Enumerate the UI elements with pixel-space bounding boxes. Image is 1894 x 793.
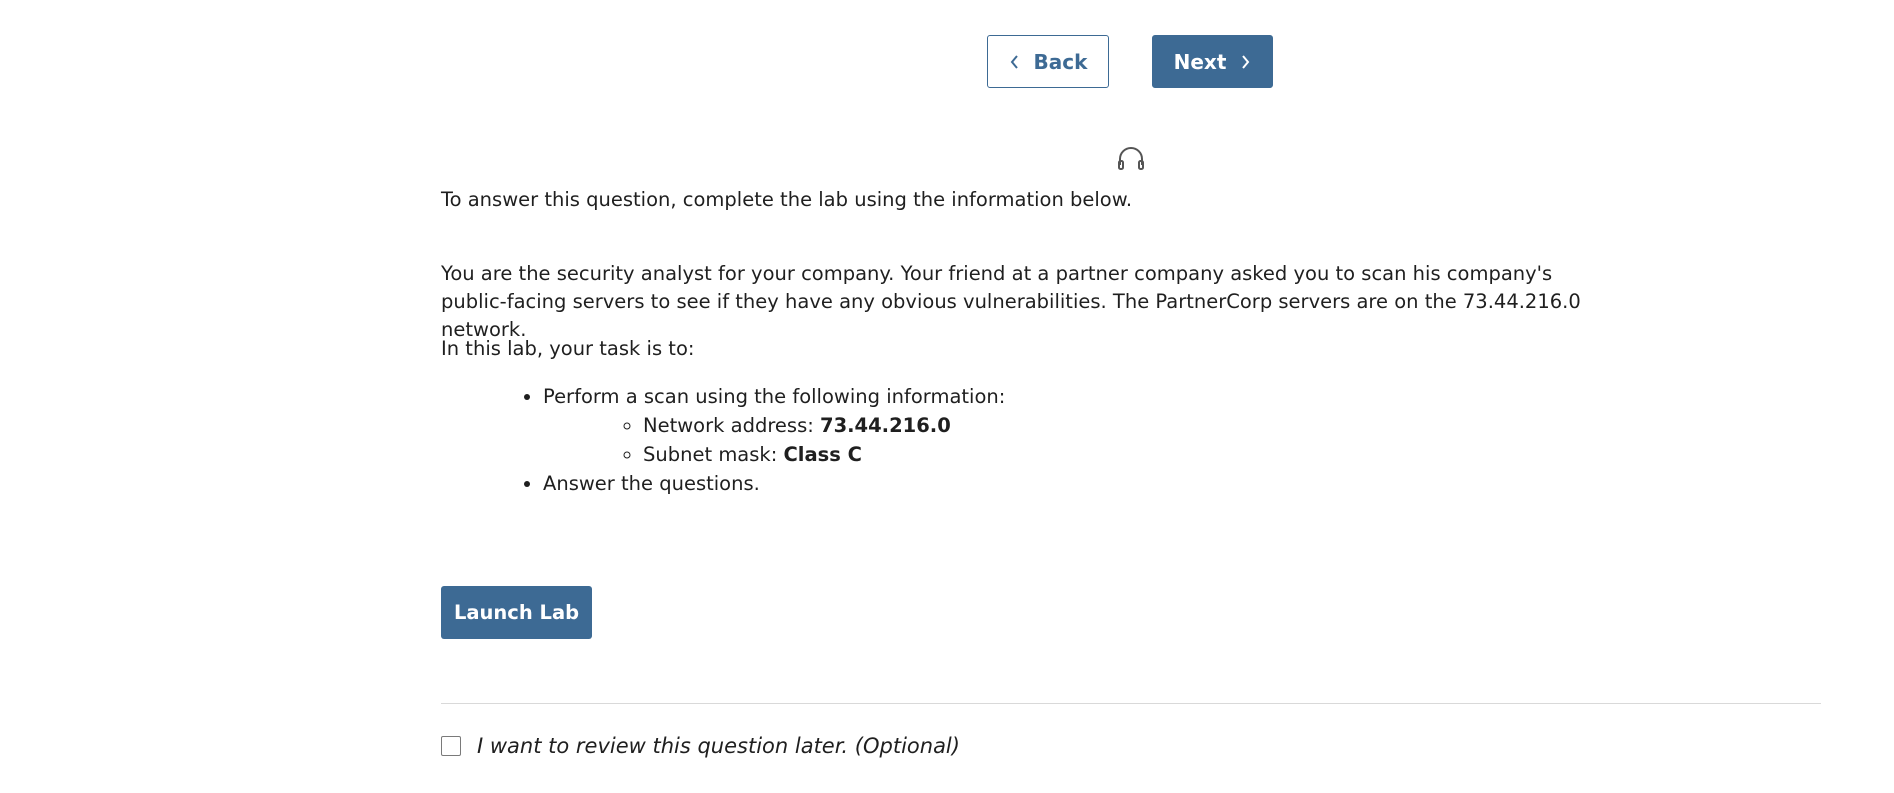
subnet-mask-value: Class C: [783, 443, 862, 466]
task-label: Answer the questions.: [543, 472, 760, 495]
review-later-checkbox[interactable]: [441, 736, 461, 756]
chevron-left-icon: [1010, 54, 1018, 69]
task-list: Perform a scan using the following infor…: [441, 382, 1005, 498]
scan-info-list: Network address: 73.44.216.0 Subnet mask…: [543, 411, 1005, 469]
network-address-value: 73.44.216.0: [820, 414, 951, 437]
headphones-icon[interactable]: [1116, 145, 1146, 171]
lab-intro: To answer this question, complete the la…: [441, 188, 1133, 211]
subnet-mask-label: Subnet mask:: [643, 443, 784, 466]
task-label: Perform a scan using the following infor…: [543, 385, 1006, 408]
review-later-option[interactable]: I want to review this question later. (O…: [441, 734, 960, 758]
back-label: Back: [1033, 49, 1088, 74]
divider: [441, 703, 1821, 704]
list-item: Subnet mask: Class C: [643, 440, 1005, 469]
task-heading: In this lab, your task is to:: [441, 337, 695, 360]
next-button[interactable]: Next: [1152, 35, 1273, 88]
review-later-label[interactable]: I want to review this question later. (O…: [477, 734, 960, 758]
next-label: Next: [1173, 49, 1227, 74]
network-address-label: Network address:: [643, 414, 820, 437]
list-item: Answer the questions.: [543, 469, 1005, 498]
lab-scenario: You are the security analyst for your co…: [441, 262, 1581, 341]
launch-lab-button[interactable]: Launch Lab: [441, 586, 592, 639]
list-item: Perform a scan using the following infor…: [543, 382, 1005, 469]
chevron-right-icon: [1242, 54, 1250, 69]
question-navigation: Back Next: [0, 35, 1894, 90]
back-button[interactable]: Back: [987, 35, 1109, 88]
list-item: Network address: 73.44.216.0: [643, 411, 1005, 440]
